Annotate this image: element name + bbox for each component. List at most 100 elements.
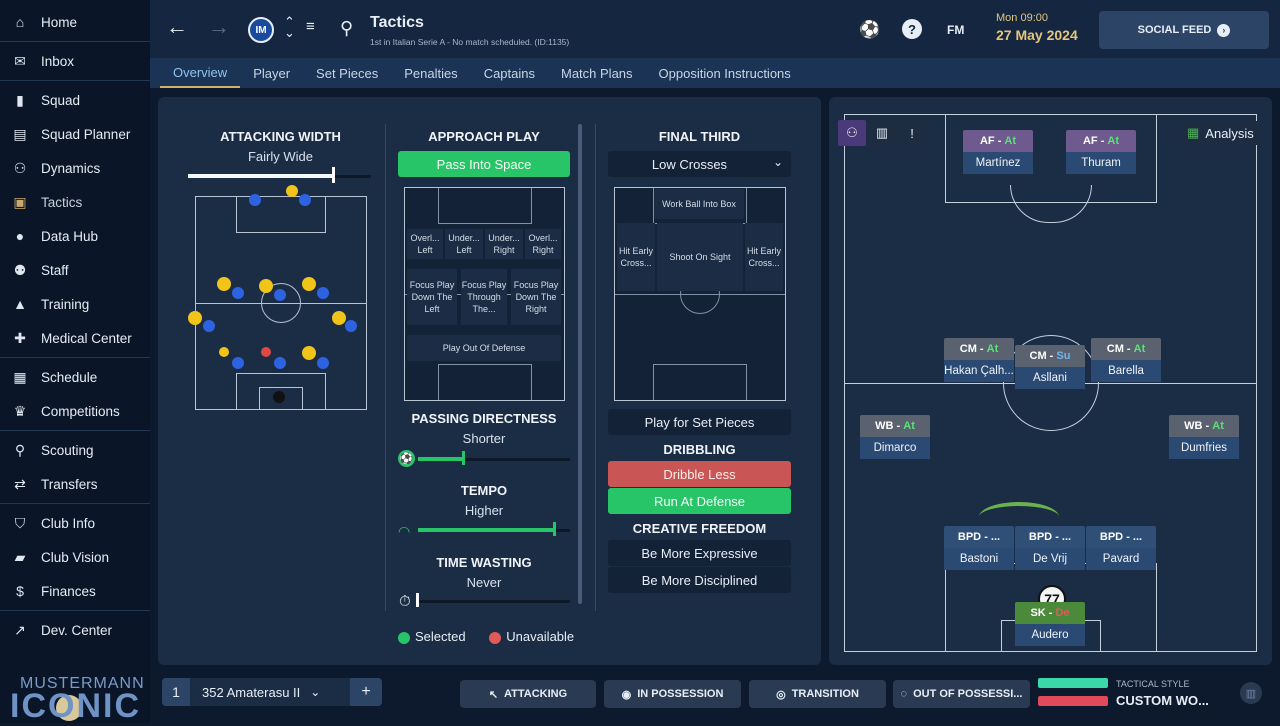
player-role[interactable]: WB - At: [1169, 415, 1239, 437]
updown-icon[interactable]: ⌃ ⌄: [284, 15, 295, 39]
sidebar-item-training[interactable]: ▲ Training: [0, 287, 150, 321]
sidebar-item-finances[interactable]: $ Finances: [0, 574, 150, 608]
zone-work-ball-into-box[interactable]: Work Ball Into Box: [654, 189, 744, 219]
player-card[interactable]: WB - At Dimarco: [860, 415, 930, 459]
player-name[interactable]: Barella: [1091, 360, 1161, 382]
player-card[interactable]: WB - At Dumfries: [1169, 415, 1239, 459]
player-card[interactable]: BPD - ... Bastoni: [944, 526, 1014, 570]
player-role[interactable]: AF - At: [1066, 130, 1136, 152]
back-arrow-icon[interactable]: ←: [166, 14, 188, 40]
tactical-style-value[interactable]: CUSTOM WO...: [1116, 693, 1209, 708]
in-possession-button[interactable]: ◉ IN POSSESSION: [604, 680, 741, 708]
alert-icon[interactable]: !: [898, 120, 926, 146]
player-role[interactable]: WB - At: [860, 415, 930, 437]
help-icon[interactable]: ?: [902, 19, 922, 39]
dribble-less-option[interactable]: Dribble Less: [608, 461, 791, 487]
attacking-button[interactable]: ↖ ATTACKING: [460, 680, 596, 708]
player-card[interactable]: AF - At Thuram: [1066, 130, 1136, 174]
player-name[interactable]: Asllani: [1015, 367, 1085, 389]
sidebar-item-data-hub[interactable]: ● Data Hub: [0, 219, 150, 253]
sidebar-item-dev-center[interactable]: ↗ Dev. Center: [0, 613, 150, 647]
player-name[interactable]: Pavard: [1086, 548, 1156, 570]
zone-focus-through[interactable]: Focus Play Through The...: [461, 269, 507, 325]
stats-icon[interactable]: ▥: [1240, 682, 1262, 704]
scrollbar[interactable]: [578, 124, 582, 604]
analysis-button[interactable]: ▦ Analysis: [1181, 121, 1260, 145]
out-of-possession-button[interactable]: ◌ OUT OF POSSESSI...: [893, 680, 1030, 708]
tab-penalties[interactable]: Penalties: [391, 58, 470, 88]
sidebar-item-schedule[interactable]: ▦ Schedule: [0, 360, 150, 394]
tempo-handle[interactable]: [553, 522, 556, 536]
sidebar-item-home[interactable]: ⌂ Home: [0, 5, 150, 39]
tab-set-pieces[interactable]: Set Pieces: [303, 58, 391, 88]
zone-focus-left[interactable]: Focus Play Down The Left: [407, 269, 457, 325]
fm-icon[interactable]: FM: [947, 23, 964, 37]
tab-opposition-instructions[interactable]: Opposition Instructions: [646, 58, 804, 88]
sidebar-item-squad-planner[interactable]: ▤ Squad Planner: [0, 117, 150, 151]
zone-underlap-right[interactable]: Under... Right: [485, 229, 523, 259]
zone-play-out-of-defense[interactable]: Play Out Of Defense: [407, 335, 561, 361]
tab-match-plans[interactable]: Match Plans: [548, 58, 646, 88]
zone-hit-early-cross-left[interactable]: Hit Early Cross...: [617, 223, 655, 291]
player-name[interactable]: Dumfries: [1169, 437, 1239, 459]
tab-overview[interactable]: Overview: [160, 58, 241, 88]
zone-hit-early-cross-right[interactable]: Hit Early Cross...: [745, 223, 783, 291]
player-role[interactable]: CM - At: [944, 338, 1014, 360]
player-card[interactable]: BPD - ... De Vrij: [1015, 526, 1085, 570]
sidebar-item-transfers[interactable]: ⇄ Transfers: [0, 467, 150, 501]
transition-button[interactable]: ◎ TRANSITION: [749, 680, 886, 708]
player-role[interactable]: BPD - ...: [1015, 526, 1085, 548]
zone-focus-right[interactable]: Focus Play Down The Right: [511, 269, 561, 325]
sidebar-item-staff[interactable]: ⚉ Staff: [0, 253, 150, 287]
sidebar-item-club-vision[interactable]: ▰ Club Vision: [0, 540, 150, 574]
player-name[interactable]: Audero: [1015, 624, 1085, 646]
sidebar-item-club-info[interactable]: ⛉ Club Info: [0, 506, 150, 540]
player-role[interactable]: CM - At: [1091, 338, 1161, 360]
player-card[interactable]: AF - At Martínez: [963, 130, 1033, 174]
search-icon[interactable]: ⚲: [340, 18, 353, 39]
tab-player[interactable]: Player: [240, 58, 303, 88]
player-name[interactable]: De Vrij: [1015, 548, 1085, 570]
sidebar-item-inbox[interactable]: ✉ Inbox: [0, 44, 150, 78]
player-role[interactable]: SK - De: [1015, 602, 1085, 624]
be-more-disciplined-option[interactable]: Be More Disciplined: [608, 567, 791, 593]
player-name[interactable]: Thuram: [1066, 152, 1136, 174]
final-third-select[interactable]: Low Crosses ⌄: [608, 151, 791, 177]
sidebar-item-dynamics[interactable]: ⚇ Dynamics: [0, 151, 150, 185]
add-tactic-button[interactable]: +: [350, 678, 382, 706]
player-card[interactable]: CM - At Barella: [1091, 338, 1161, 382]
player-card[interactable]: SK - De Audero: [1015, 602, 1085, 646]
passing-directness-handle[interactable]: [462, 451, 465, 465]
time-wasting-track[interactable]: [418, 600, 570, 603]
player-name[interactable]: Martínez: [963, 152, 1033, 174]
ball-icon[interactable]: ⚽: [859, 20, 880, 40]
tactic-slot-number[interactable]: 1: [162, 678, 190, 706]
zone-overlap-right[interactable]: Overl... Right: [525, 229, 561, 259]
play-for-set-pieces[interactable]: Play for Set Pieces: [608, 409, 791, 435]
forward-arrow-icon[interactable]: →: [208, 14, 230, 40]
player-card[interactable]: CM - Su Asllani: [1015, 345, 1085, 389]
zone-underlap-left[interactable]: Under... Left: [445, 229, 483, 259]
player-name[interactable]: Bastoni: [944, 548, 1014, 570]
run-at-defense-option[interactable]: Run At Defense: [608, 488, 791, 514]
sidebar-item-tactics[interactable]: ▣ Tactics: [0, 185, 150, 219]
date-display[interactable]: Mon 09:00 27 May 2024: [996, 12, 1078, 43]
person-icon[interactable]: ⚇: [838, 120, 866, 146]
zone-overlap-left[interactable]: Overl... Left: [407, 229, 443, 259]
sidebar-item-competitions[interactable]: ♛ Competitions: [0, 394, 150, 428]
sidebar-item-squad[interactable]: ▮ Squad: [0, 83, 150, 117]
tactic-selector[interactable]: 1 352 Amaterasu II ⌄ +: [162, 678, 382, 706]
approach-play-selected[interactable]: Pass Into Space: [398, 151, 570, 177]
sidebar-item-scouting[interactable]: ⚲ Scouting: [0, 433, 150, 467]
player-name[interactable]: Hakan Çalh...: [944, 360, 1014, 382]
player-card[interactable]: CM - At Hakan Çalh...: [944, 338, 1014, 382]
sidebar-item-medical-center[interactable]: ✚ Medical Center: [0, 321, 150, 355]
player-card[interactable]: BPD - ... Pavard: [1086, 526, 1156, 570]
player-name[interactable]: Dimarco: [860, 437, 930, 459]
attacking-width-handle[interactable]: [332, 167, 335, 183]
player-role[interactable]: BPD - ...: [1086, 526, 1156, 548]
player-role[interactable]: BPD - ...: [944, 526, 1014, 548]
player-role[interactable]: AF - At: [963, 130, 1033, 152]
bar-chart-icon[interactable]: ▥: [868, 120, 896, 146]
be-more-expressive-option[interactable]: Be More Expressive: [608, 540, 791, 566]
